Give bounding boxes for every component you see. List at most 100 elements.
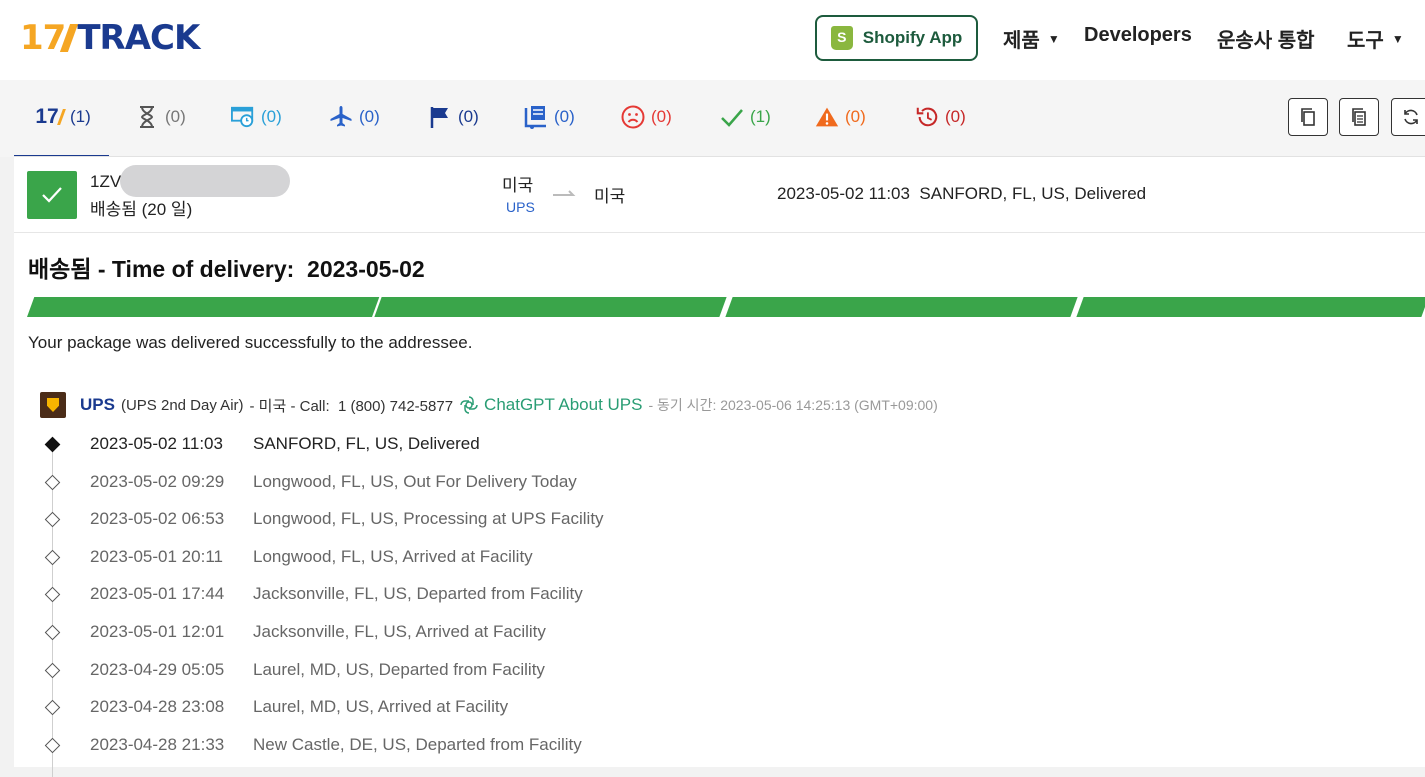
logo-number: 17 xyxy=(20,18,66,58)
tab-count: (0) xyxy=(845,107,866,126)
tab-info-received[interactable]: (0) xyxy=(231,102,282,132)
nav-developers[interactable]: Developers xyxy=(1084,24,1192,47)
tab-count: (0) xyxy=(554,107,575,126)
timeline-event: 2023-04-29 05:05 Laurel, MD, US, Departed… xyxy=(40,655,1240,685)
event-description: Longwood, FL, US, Out For Delivery Today xyxy=(253,471,577,491)
shopify-app-label: Shopify App xyxy=(862,28,963,47)
carrier-link[interactable]: UPS xyxy=(506,199,535,215)
warning-icon xyxy=(815,105,839,129)
tab-delivered[interactable]: (1) xyxy=(720,102,771,132)
tab-exception[interactable]: (0) xyxy=(815,102,866,132)
route-arrow-icon xyxy=(553,190,576,196)
copy-icon xyxy=(1301,108,1315,126)
latest-event: 2023-05-02 11:03 SANFORD, FL, US, Delive… xyxy=(777,184,1147,203)
ups-logo-icon xyxy=(40,392,66,418)
event-time: 2023-04-28 23:08 xyxy=(90,697,225,717)
refresh-icon xyxy=(1404,109,1418,125)
event-time: 2023-04-28 21:33 xyxy=(90,734,225,754)
timeline-event: 2023-05-02 09:29 Longwood, FL, US, Out Fo… xyxy=(40,467,1240,497)
tab-count: (1) xyxy=(70,107,91,126)
timeline-event: 2023-05-02 06:53 Longwood, FL, US, Proces… xyxy=(40,504,1240,534)
package-cart-icon xyxy=(524,105,548,129)
tab-all[interactable]: 17 (1) xyxy=(34,102,91,132)
status-tabs: 17 (1) (0) (0) (0) (0) (0) (0) (1) (0) (… xyxy=(0,80,1425,157)
carrier-name[interactable]: UPS xyxy=(80,395,115,415)
tab-count: (0) xyxy=(945,107,966,126)
history-icon xyxy=(915,105,939,129)
diamond-outline-icon xyxy=(44,662,61,678)
17track-logo[interactable]: 17 TRACK xyxy=(20,18,200,58)
progress-segment xyxy=(1076,297,1425,317)
nav-products[interactable]: 제품 ▼ xyxy=(1003,24,1060,53)
tab-count: (0) xyxy=(165,107,186,126)
tab-undelivered[interactable]: (0) xyxy=(524,102,575,132)
service-type: (UPS 2nd Day Air) xyxy=(120,396,244,414)
tab-in-transit[interactable]: (0) xyxy=(329,102,380,132)
event-description: New Castle, DE, US, Departed from Facili… xyxy=(253,734,582,754)
event-description: SANFORD, FL, US, Delivered xyxy=(253,434,480,453)
nav-tools[interactable]: 도구 ▼ xyxy=(1347,24,1404,53)
nav-products-label: 제품 xyxy=(1003,30,1040,52)
logo-word: TRACK xyxy=(77,18,200,58)
tab-expired[interactable]: (0) xyxy=(915,102,966,132)
refresh-button[interactable] xyxy=(1391,98,1425,136)
shopify-app-button[interactable]: Shopify App xyxy=(815,15,978,61)
truck-clock-icon xyxy=(231,105,255,129)
delivered-status-badge xyxy=(27,171,77,219)
chatgpt-about-carrier-link[interactable]: ChatGPT About UPS xyxy=(459,395,642,415)
event-time: 2023-05-02 11:03 xyxy=(90,434,223,453)
nav-carrier-integration[interactable]: 운송사 통합 xyxy=(1217,24,1315,53)
event-description: Jacksonville, FL, US, Arrived at Facilit… xyxy=(253,622,546,641)
origin-country: 미국 xyxy=(502,176,534,195)
tab-alert[interactable]: (0) xyxy=(621,102,672,132)
timeline-event: 2023-05-02 11:03 SANFORD, FL, US, Deliver… xyxy=(40,429,1240,459)
tab-count: (0) xyxy=(458,107,479,126)
sync-time: - 동기 시간: 2023-05-06 14:25:13 (GMT+09:00) xyxy=(648,397,938,413)
diamond-filled-icon xyxy=(44,436,61,453)
delivery-progress-bar xyxy=(27,297,1425,317)
hourglass-icon xyxy=(135,105,159,129)
delivery-heading: 배송됨 - Time of delivery: 2023-05-02 xyxy=(28,256,425,282)
delivery-description: Your package was delivered successfully … xyxy=(28,333,473,352)
flag-icon xyxy=(428,105,452,129)
redacted-tracking-number xyxy=(120,165,290,197)
event-time: 2023-04-29 05:05 xyxy=(90,659,225,679)
tracking-number[interactable]: 1ZV xyxy=(90,172,121,192)
diamond-outline-icon xyxy=(44,474,61,490)
progress-segment xyxy=(27,297,380,317)
event-description: Longwood, FL, US, Arrived at Facility xyxy=(253,546,533,566)
top-navbar: 17 TRACK Shopify App 제품 ▼ Developers 운송사… xyxy=(0,0,1425,80)
copy-button[interactable] xyxy=(1288,98,1328,136)
progress-segment xyxy=(725,297,1078,317)
tab-not-found[interactable]: (0) xyxy=(135,102,186,132)
event-time: 2023-05-02 09:29 xyxy=(90,471,225,491)
event-time: 2023-05-01 20:11 xyxy=(90,546,223,566)
tab-count: (0) xyxy=(651,107,672,126)
tab-pickup[interactable]: (0) xyxy=(428,102,479,132)
timeline-event: 2023-05-01 17:44 Jacksonville, FL, US, De… xyxy=(40,579,1240,609)
diamond-outline-icon xyxy=(44,624,61,641)
airplane-icon xyxy=(329,105,353,129)
event-time: 2023-05-02 06:53 xyxy=(90,509,225,529)
diamond-outline-icon xyxy=(44,737,61,754)
timeline-event: 2023-04-28 23:08 Laurel, MD, US, Arrived … xyxy=(40,692,1240,722)
timeline-event: 2023-05-01 12:01 Jacksonville, FL, US, Ar… xyxy=(40,617,1240,647)
shopify-bag-icon xyxy=(830,26,853,50)
destination-country: 미국 xyxy=(594,187,626,206)
tab-count: (0) xyxy=(359,107,380,126)
event-time: 2023-05-01 17:44 xyxy=(90,584,225,604)
timeline-event: 2023-05-01 20:11 Longwood, FL, US, Arrive… xyxy=(40,542,1240,572)
copy-details-button[interactable] xyxy=(1339,98,1379,136)
nav-carrier-integration-label: 운송사 통합 xyxy=(1217,30,1315,52)
progress-segment xyxy=(374,297,727,317)
event-time: 2023-05-01 12:01 xyxy=(90,622,225,641)
timeline-event: 2023-04-28 21:33 New Castle, DE, US, Depa… xyxy=(40,730,1240,760)
17track-logo-icon: 17 xyxy=(34,105,66,129)
check-icon xyxy=(42,187,62,203)
tracking-summary-row[interactable]: 1ZV 배송됨 (20 일) 미국 UPS 미국 2023-05-02 11:0… xyxy=(14,157,1425,233)
event-description: Jacksonville, FL, US, Departed from Faci… xyxy=(253,584,583,604)
chatgpt-label: ChatGPT About UPS xyxy=(484,395,643,414)
carrier-contact: - 미국 - Call: 1 (800) 742-5877 xyxy=(249,397,454,415)
event-description: Longwood, FL, US, Processing at UPS Faci… xyxy=(253,509,604,529)
diamond-outline-icon xyxy=(44,587,61,603)
